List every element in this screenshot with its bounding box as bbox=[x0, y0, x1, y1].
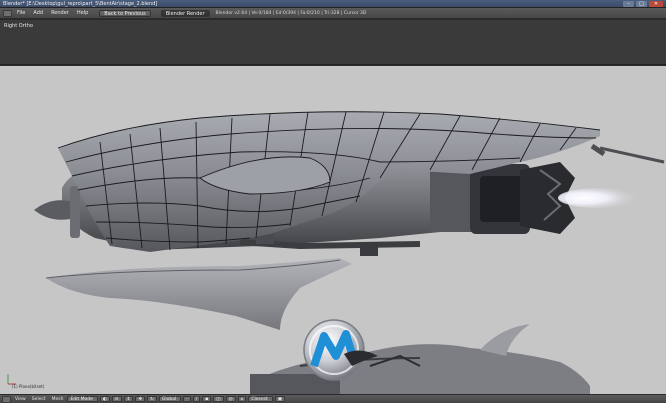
render-preview-button[interactable]: ▣ bbox=[274, 396, 285, 402]
object-label: (1) Plane(bitset) bbox=[12, 384, 45, 389]
menu-add[interactable]: Add bbox=[30, 8, 46, 19]
title-bar: Blender* [E:\Desktop\gul_repro\part_5\Be… bbox=[0, 0, 666, 8]
vertex-select-button[interactable]: · bbox=[183, 396, 191, 402]
viewport-header: View Select Mesh Edit Mode ◐ ⊙ ↕ ✥ ↻ Glo… bbox=[0, 394, 666, 403]
snap-target-select[interactable]: Closest bbox=[248, 396, 273, 402]
mode-select[interactable]: Edit Mode bbox=[67, 396, 98, 402]
menu-file[interactable]: File bbox=[14, 8, 28, 19]
manipulator-button[interactable]: ↕ bbox=[123, 396, 134, 402]
view-type-icon[interactable] bbox=[2, 395, 11, 403]
view-label: Right Ortho bbox=[4, 23, 33, 29]
scene-stats: Blender v2.64 | Ve:0/184 | Ed:0/394 | Fa… bbox=[215, 10, 367, 16]
menu-view[interactable]: View bbox=[13, 397, 28, 402]
pivot-button[interactable]: ⊙ bbox=[111, 396, 122, 402]
back-to-previous-button[interactable]: Back to Previous bbox=[99, 9, 151, 17]
translate-button[interactable]: ✥ bbox=[135, 396, 146, 402]
orientation-select[interactable]: Global bbox=[158, 396, 182, 402]
window-controls: – □ ✕ bbox=[623, 0, 663, 7]
close-button[interactable]: ✕ bbox=[649, 1, 663, 7]
window-title: Blender* [E:\Desktop\gul_repro\part_5\Be… bbox=[3, 0, 158, 7]
info-header: File Add Render Help Back to Previous Bl… bbox=[0, 8, 666, 19]
occlude-button[interactable]: ◫ bbox=[213, 396, 224, 402]
menu-render[interactable]: Render bbox=[48, 8, 72, 19]
menu-mesh[interactable]: Mesh bbox=[50, 397, 66, 402]
snap-button[interactable]: ⌂ bbox=[237, 396, 247, 402]
proportional-button[interactable]: ◎ bbox=[225, 396, 236, 402]
watermark-logo bbox=[303, 319, 378, 381]
menu-select[interactable]: Select bbox=[30, 397, 48, 402]
minimize-button[interactable]: – bbox=[623, 1, 634, 7]
menu-help[interactable]: Help bbox=[74, 8, 91, 19]
editor-type-icon[interactable] bbox=[3, 9, 12, 17]
rotate-button[interactable]: ↻ bbox=[147, 396, 157, 402]
3d-viewport[interactable]: (1) Plane(bitset) bbox=[0, 66, 666, 394]
render-engine-select[interactable]: Blender Render bbox=[160, 9, 210, 17]
edge-select-button[interactable]: / bbox=[192, 396, 201, 402]
shading-button[interactable]: ◐ bbox=[99, 396, 110, 402]
face-select-button[interactable]: ▪ bbox=[202, 396, 212, 402]
tool-region: Right Ortho bbox=[0, 20, 666, 65]
maximize-button[interactable]: □ bbox=[636, 1, 647, 7]
